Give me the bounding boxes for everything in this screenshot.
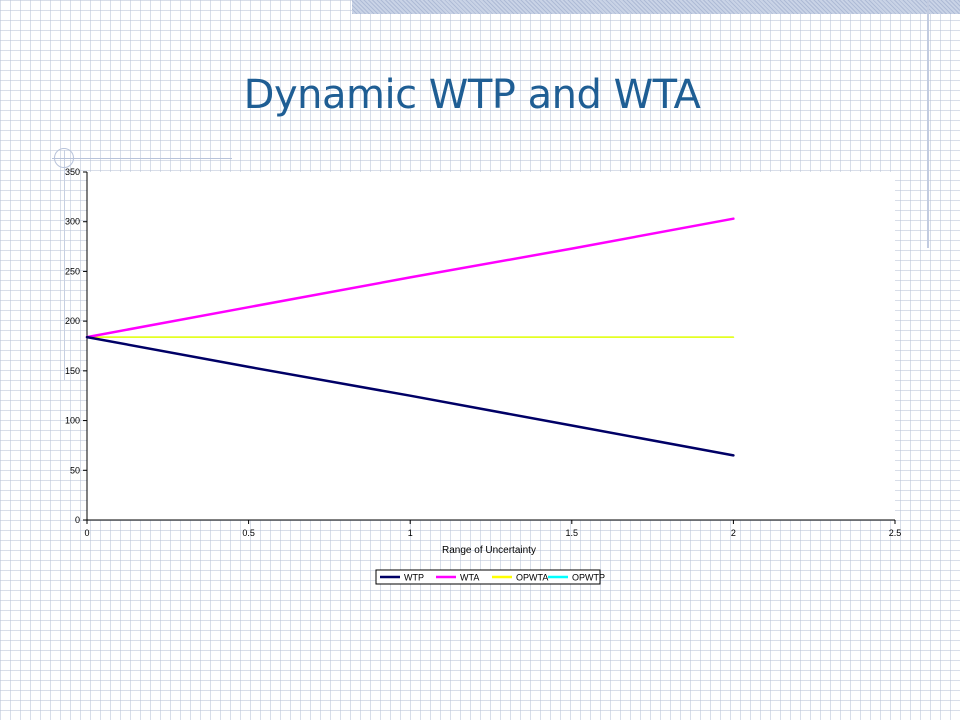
y-tick-label: 100 [65,416,80,426]
y-tick-label: 0 [75,515,80,525]
legend-label-wta: WTA [460,573,479,583]
legend-label-opwtp: OPWTP [572,573,605,583]
x-tick-label: 0.5 [242,528,255,538]
chart-series-layer [85,217,735,457]
y-tick-label: 200 [65,316,80,326]
series-line-wtp [85,335,735,457]
chart-axes: 0 50 100 150 200 250 300 350 0 0.5 1 1.5 2 2.5 Range o… [65,167,901,556]
legend-label-wtp: WTP [404,573,424,583]
x-tick-label: 0 [84,528,89,538]
legend-label-opwta: OPWTA [516,573,548,583]
y-tick-label: 150 [65,366,80,376]
y-tick-label: 50 [70,465,80,475]
x-tick-label: 1.5 [566,528,579,538]
line-chart: 0 50 100 150 200 250 300 350 0 0.5 1 1.5 2 2.5 Range o… [65,167,901,585]
x-tick-label: 2.5 [889,528,902,538]
x-tick-label: 2 [731,528,736,538]
chart-legend: WTP WTA OPWTA OPWTP [375,569,605,585]
y-tick-label: 250 [65,266,80,276]
y-tick-label: 300 [65,217,80,227]
x-tick-label: 1 [408,528,413,538]
y-tick-label: 350 [65,167,80,177]
series-line-wta [85,217,735,339]
x-axis-title: Range of Uncertainty [442,545,536,556]
